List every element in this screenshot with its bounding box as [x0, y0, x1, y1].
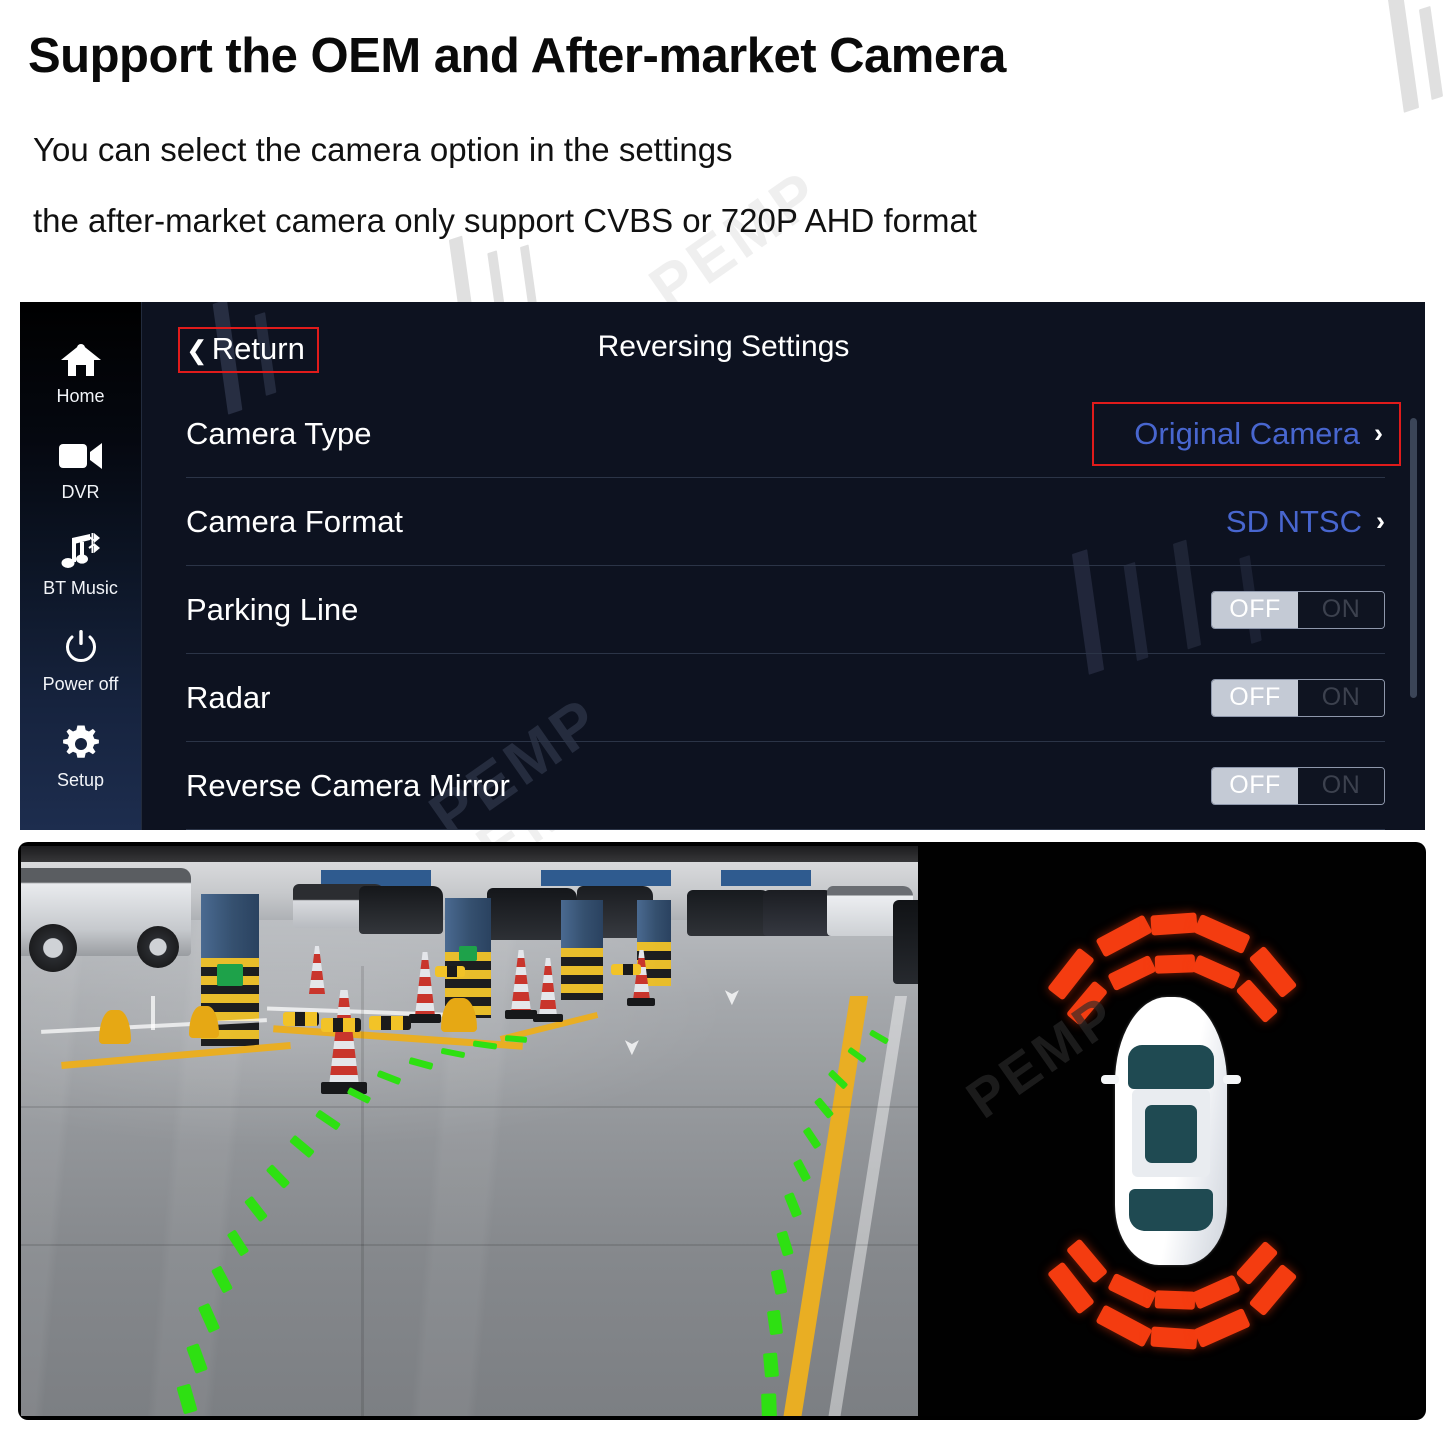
sidebar-item-home[interactable]: Home — [20, 324, 141, 420]
radar-arc-segment — [1192, 913, 1251, 955]
sidebar-item-label: Power off — [42, 674, 119, 694]
page-subtitle-line-2: the after-market camera only support CVB… — [33, 202, 977, 239]
setting-row-radar[interactable]: Radar OFF ON — [186, 654, 1385, 742]
car-side-mirror — [1222, 1075, 1241, 1084]
parking-radar-display: PEMP — [918, 846, 1423, 1416]
watermark-tick — [1418, 5, 1444, 101]
sidebar-item-dvr[interactable]: DVR — [20, 420, 141, 516]
car-rear-window — [1128, 1189, 1213, 1231]
setting-label: Radar — [186, 679, 271, 715]
setting-label: Reverse Camera Mirror — [186, 767, 510, 803]
radar-car-icon — [1100, 997, 1241, 1265]
radar-arc-segment — [1190, 954, 1241, 990]
chevron-right-icon: › — [1374, 418, 1383, 448]
toggle-off-segment[interactable]: OFF — [1212, 679, 1298, 716]
radar-arc-segment — [1094, 914, 1153, 958]
radar-arc-segment — [1154, 1290, 1195, 1310]
setting-row-reverse-camera-mirror[interactable]: Reverse Camera Mirror OFF ON — [186, 742, 1385, 830]
car-windshield — [1127, 1045, 1214, 1089]
sidebar-item-label: Setup — [56, 770, 105, 790]
watermark-text-top: PEMP — [637, 157, 835, 324]
page-title: Support the OEM and After-market Camera — [28, 29, 1006, 83]
page-subtitle-line-1: You can select the camera option in the … — [33, 131, 733, 168]
radar-arc-segment — [1192, 1307, 1251, 1349]
radar-toggle[interactable]: OFF ON — [1211, 678, 1385, 717]
setting-row-parking-line[interactable]: Parking Line OFF ON — [186, 566, 1385, 654]
sidebar-item-setup[interactable]: Setup — [20, 708, 141, 804]
rear-view-camera-feed: ➤ ➤ — [21, 846, 918, 1416]
parking-line-toggle[interactable]: OFF ON — [1211, 590, 1385, 629]
parking-guide-line-right — [21, 846, 918, 1416]
setting-row-camera-format[interactable]: Camera Format SD NTSC › — [186, 478, 1385, 566]
music-bluetooth-icon — [58, 531, 104, 573]
reverse-camera-mirror-toggle[interactable]: OFF ON — [1211, 766, 1385, 805]
radar-arc-segment — [1106, 1272, 1157, 1310]
sidebar-item-label: Home — [56, 386, 105, 406]
toggle-off-segment[interactable]: OFF — [1212, 591, 1298, 628]
car-sunroof — [1144, 1105, 1197, 1163]
radar-arc-segment — [1190, 1274, 1241, 1310]
toggle-on-segment[interactable]: ON — [1298, 767, 1384, 804]
head-unit-sidebar: Home DVR BT Music Power off Setup — [20, 302, 142, 830]
sidebar-item-bt-music[interactable]: BT Music — [20, 516, 141, 612]
camera-format-value[interactable]: SD NTSC › — [1226, 504, 1385, 540]
settings-scrollbar[interactable] — [1410, 414, 1417, 814]
gear-icon — [58, 723, 104, 765]
sidebar-item-power-off[interactable]: Power off — [20, 612, 141, 708]
radar-arc-segment — [1149, 1326, 1198, 1350]
setting-label: Camera Type — [186, 415, 372, 451]
head-unit-topbar: ❮ Return Reversing Settings — [142, 302, 1425, 390]
setting-row-camera-type[interactable]: Camera Type Original Camera › — [186, 390, 1401, 478]
home-icon — [58, 339, 104, 381]
power-icon — [58, 627, 104, 669]
setting-label: Parking Line — [186, 591, 359, 627]
scrollbar-thumb[interactable] — [1410, 418, 1417, 698]
camera-type-value[interactable]: Original Camera › — [1092, 401, 1401, 466]
radar-arc-segment — [1149, 912, 1198, 936]
head-unit-screen: PEMP Home DVR BT Music Power off Setup ❮… — [20, 302, 1425, 830]
toggle-off-segment[interactable]: OFF — [1212, 767, 1298, 804]
setting-label: Camera Format — [186, 503, 404, 539]
watermark-tick — [519, 244, 538, 308]
media-panel: ➤ ➤ PEMP — [18, 842, 1426, 1420]
toggle-on-segment[interactable]: ON — [1298, 591, 1384, 628]
chevron-right-icon: › — [1376, 506, 1385, 536]
sidebar-item-label: BT Music — [43, 578, 118, 598]
video-camera-icon — [58, 435, 104, 477]
car-side-mirror — [1100, 1075, 1119, 1084]
radar-rear-arcs — [1021, 1238, 1321, 1368]
toggle-on-segment[interactable]: ON — [1298, 679, 1384, 716]
radar-arc-segment — [1106, 954, 1157, 992]
camera-type-value-text: Original Camera — [1134, 415, 1360, 451]
camera-format-value-text: SD NTSC — [1225, 503, 1362, 539]
screen-title: Reversing Settings — [597, 330, 850, 363]
watermark-tick — [1386, 0, 1420, 113]
radar-arc-segment — [1094, 1304, 1153, 1348]
sidebar-item-label: DVR — [61, 482, 100, 502]
radar-arc-segment — [1154, 954, 1195, 974]
head-unit-content: ❮ Return Reversing Settings Camera Type … — [142, 302, 1425, 830]
